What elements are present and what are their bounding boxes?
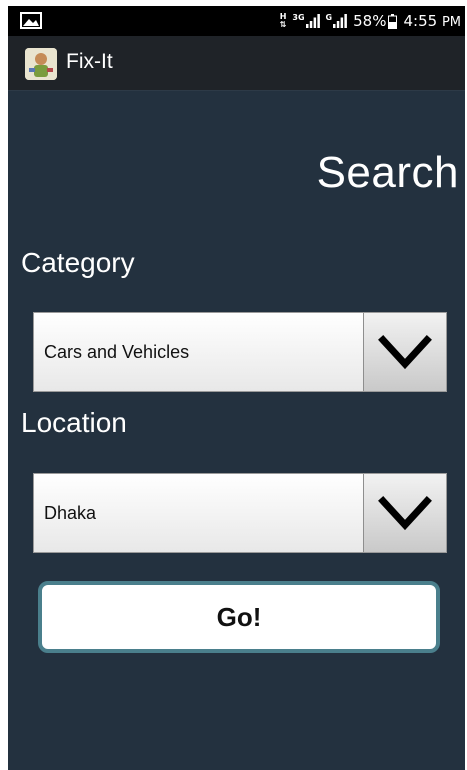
gallery-notification-icon <box>20 12 42 29</box>
page-title: Search <box>316 148 459 197</box>
3g-indicator: 3G <box>292 13 305 22</box>
category-dropdown-button[interactable] <box>364 313 446 391</box>
action-bar: Fix-It <box>8 36 465 91</box>
location-dropdown-button[interactable] <box>364 474 446 552</box>
chevron-down-icon <box>378 335 432 370</box>
location-label: Location <box>21 407 127 438</box>
status-indicators: H ⇅ 3G G 58% 4:55 PM <box>280 6 461 36</box>
battery-percent: 58% <box>353 12 387 30</box>
app-logo-icon[interactable] <box>25 48 57 80</box>
location-selected-value[interactable]: Dhaka <box>34 474 364 552</box>
signal-strength-icon-2 <box>333 14 348 28</box>
chevron-down-icon <box>378 496 432 531</box>
g-indicator: G <box>325 13 333 22</box>
clock-time: 4:55 <box>403 12 438 30</box>
category-selected-value[interactable]: Cars and Vehicles <box>34 313 364 391</box>
go-button[interactable]: Go! <box>38 581 440 653</box>
location-dropdown[interactable]: Dhaka <box>33 473 447 553</box>
category-dropdown[interactable]: Cars and Vehicles <box>33 312 447 392</box>
clock-ampm: PM <box>441 15 461 30</box>
battery-icon <box>388 13 398 29</box>
phone-screen: H ⇅ 3G G 58% 4:55 PM Fix-It Search Categ… <box>8 6 465 770</box>
category-label: Category <box>21 247 135 278</box>
status-bar: H ⇅ 3G G 58% 4:55 PM <box>8 6 465 36</box>
app-title: Fix-It <box>66 50 113 73</box>
signal-strength-icon <box>305 14 320 28</box>
hspa-indicator: H ⇅ <box>279 12 287 29</box>
